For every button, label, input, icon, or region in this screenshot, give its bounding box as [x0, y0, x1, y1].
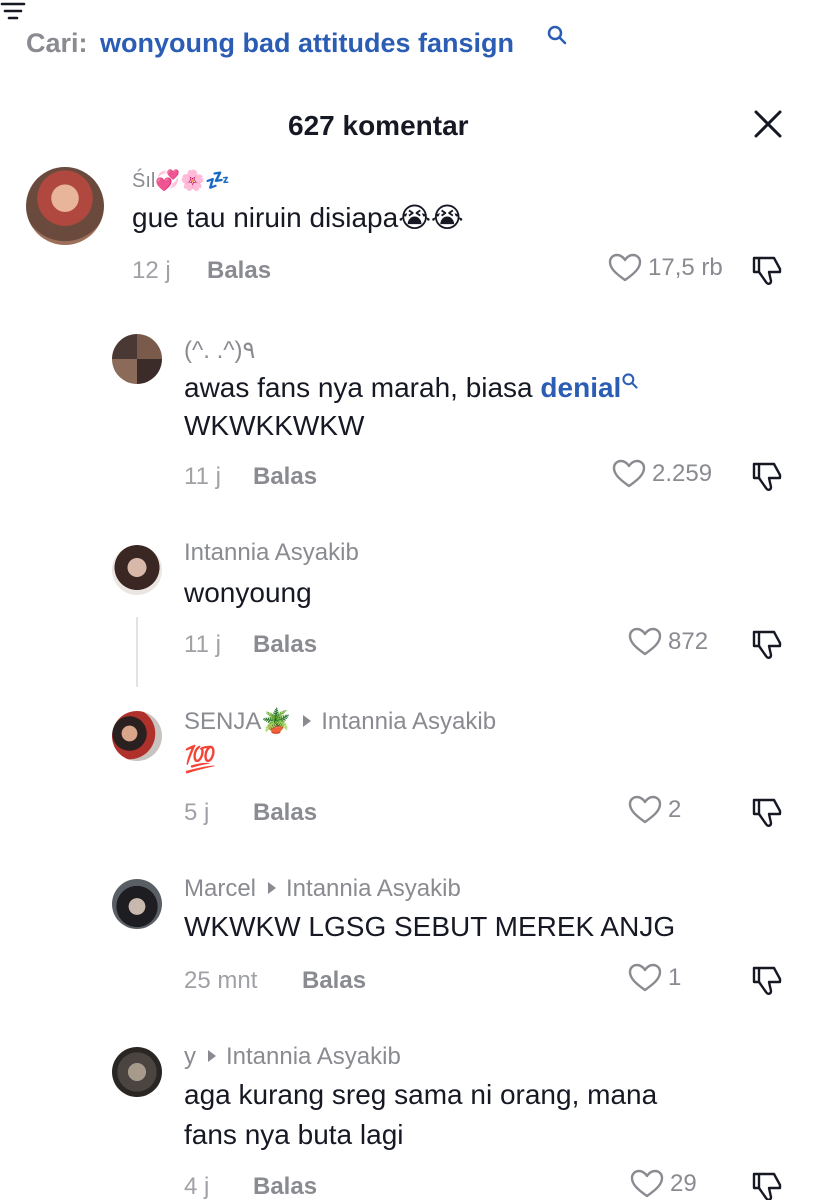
like-button[interactable]: 1 — [628, 963, 681, 993]
comment-text-line2: fans nya buta lagi — [184, 1119, 404, 1150]
comment-username[interactable]: SENJA🪴 Intannia Asyakib — [184, 707, 496, 736]
comment-time: 25 mnt — [184, 967, 258, 994]
reply-button[interactable]: Balas — [253, 631, 317, 659]
avatar[interactable] — [112, 711, 162, 761]
reply-button[interactable]: Balas — [253, 463, 317, 491]
search-suggestion-link[interactable]: denial — [540, 372, 621, 403]
comment-username-text: y — [184, 1043, 196, 1070]
reply-to-user[interactable]: Intannia Asyakib — [226, 1043, 401, 1070]
like-count: 1 — [668, 964, 682, 991]
comment-text: wonyoung — [184, 577, 312, 608]
like-button[interactable]: 2 — [628, 795, 681, 825]
like-button[interactable]: 2.259 — [612, 459, 712, 489]
search-icon — [622, 373, 638, 389]
comment-text: WKWKW LGSG SEBUT MEREK ANJG — [184, 911, 676, 942]
comment-time: 11 j — [184, 631, 221, 658]
reply-arrow-icon — [268, 882, 277, 895]
reply-button[interactable]: Balas — [253, 799, 317, 827]
dislike-icon[interactable] — [748, 461, 784, 493]
comment-text-line1: awas fans nya marah, biasa — [184, 372, 541, 403]
like-count: 872 — [668, 628, 709, 655]
avatar[interactable] — [112, 1047, 162, 1097]
reply-to-user[interactable]: Intannia Asyakib — [286, 875, 461, 902]
comment-username-text: SENJA🪴 — [184, 708, 292, 735]
avatar[interactable] — [112, 879, 162, 929]
like-count: 2.259 — [652, 460, 713, 487]
comments-header: 627 komentar — [0, 100, 814, 150]
heart-icon — [612, 459, 646, 488]
dislike-icon[interactable] — [748, 1171, 784, 1200]
avatar[interactable] — [112, 545, 162, 595]
comment-username[interactable]: Śıl💞🌸💤 — [132, 168, 230, 193]
close-icon[interactable] — [752, 108, 784, 140]
like-count: 2 — [668, 796, 682, 823]
comment-time: 11 j — [184, 463, 221, 490]
comment-item: Intannia Asyakib wonyoung 11 j Balas 872 — [0, 535, 814, 665]
dislike-icon[interactable] — [748, 629, 784, 661]
comment-item: Śıl💞🌸💤 gue tau niruin disiapa😭😭 12 j Bal… — [0, 160, 814, 290]
comment-username[interactable]: (^. .^)٩ — [184, 336, 255, 365]
comment-text: awas fans nya marah, biasa denial — [184, 368, 639, 408]
search-bar[interactable]: Cari: wonyoung bad attitudes fansign — [0, 0, 814, 90]
search-query-link[interactable]: wonyoung bad attitudes fansign — [100, 28, 514, 59]
comment-count-title: 627 komentar — [288, 110, 469, 141]
comment-text: gue tau niruin disiapa😭😭 — [132, 202, 464, 233]
comment-username[interactable]: Marcel Intannia Asyakib — [184, 875, 461, 903]
dislike-icon[interactable] — [748, 965, 784, 997]
heart-icon — [608, 253, 642, 282]
search-icon — [547, 25, 567, 45]
reply-arrow-icon — [208, 1050, 216, 1063]
heart-icon — [630, 1169, 664, 1198]
like-button[interactable]: 17,5 rb — [608, 253, 723, 283]
comment-time: 12 j — [132, 257, 171, 284]
like-count: 17,5 rb — [648, 254, 723, 281]
dislike-icon[interactable] — [748, 797, 784, 829]
dislike-icon[interactable] — [748, 255, 784, 287]
like-button[interactable]: 29 — [630, 1169, 697, 1199]
comment-text-line1: aga kurang sreg sama ni orang, mana — [184, 1079, 658, 1110]
comment-text: 💯 — [184, 744, 217, 774]
comment-time: 4 j — [184, 1173, 210, 1200]
search-prefix: Cari: — [26, 28, 88, 58]
reply-button[interactable]: Balas — [207, 257, 271, 285]
reply-button[interactable]: Balas — [253, 1173, 317, 1200]
sort-icon[interactable] — [0, 0, 26, 22]
reply-arrow-icon — [303, 715, 312, 728]
comment-item: Marcel Intannia Asyakib WKWKW LGSG SEBUT … — [0, 871, 814, 1001]
reply-to-user[interactable]: Intannia Asyakib — [321, 708, 496, 735]
like-button[interactable]: 872 — [628, 627, 708, 657]
thread-line — [136, 617, 138, 687]
comment-item: (^. .^)٩ awas fans nya marah, biasa deni… — [0, 330, 814, 500]
comment-username-text: Marcel — [184, 875, 257, 902]
heart-icon — [628, 795, 662, 824]
heart-icon — [628, 963, 662, 992]
avatar[interactable] — [26, 167, 104, 245]
comment-item: SENJA🪴 Intannia Asyakib 💯 5 j Balas 2 — [0, 703, 814, 833]
comment-username[interactable]: y Intannia Asyakib — [184, 1043, 401, 1071]
avatar[interactable] — [112, 334, 162, 384]
like-count: 29 — [670, 1170, 697, 1197]
comment-text-line2: WKWKKWKW — [184, 410, 365, 441]
comment-item: y Intannia Asyakib aga kurang sreg sama n… — [0, 1039, 814, 1200]
heart-icon — [628, 627, 662, 656]
comment-time: 5 j — [184, 799, 210, 826]
reply-button[interactable]: Balas — [302, 967, 366, 995]
comment-username[interactable]: Intannia Asyakib — [184, 539, 359, 567]
